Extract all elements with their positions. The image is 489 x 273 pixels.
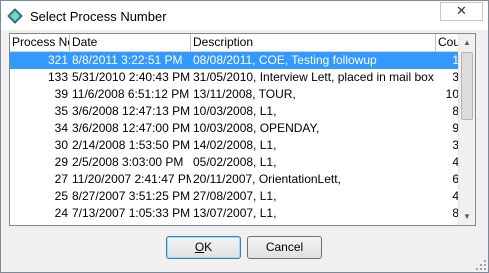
close-button[interactable]: ✕	[440, 2, 483, 21]
table-row[interactable]: 34 3/6/2008 12:47:00 PM 10/03/2008, OPEN…	[10, 120, 460, 137]
column-header-description[interactable]: Description	[191, 34, 436, 51]
date-cell: 8/27/2007 3:51:25 PM	[72, 189, 191, 203]
date-cell: 3/6/2008 12:47:00 PM	[72, 121, 191, 135]
process-no-cell: 25	[54, 189, 68, 203]
process-no-cell: 35	[54, 104, 68, 118]
title-bar[interactable]: Select Process Number ✕	[1, 1, 488, 30]
process-no-cell: 321	[47, 53, 68, 67]
process-no-cell: 27	[54, 172, 68, 186]
table-row[interactable]: 39 11/6/2008 6:51:12 PM 13/11/2008, TOUR…	[10, 86, 460, 103]
process-no-cell: 34	[54, 121, 68, 135]
description-cell: 13/07/2007, L1,	[193, 206, 277, 220]
ok-button[interactable]: OK	[166, 236, 241, 259]
table-row[interactable]: 35 3/6/2008 12:47:13 PM 10/03/2008, L1, …	[10, 103, 460, 120]
process-no-cell: 133	[47, 70, 68, 84]
table-row[interactable]: 30 2/14/2008 1:53:50 PM 14/02/2008, L1, …	[10, 137, 460, 154]
vertical-scrollbar[interactable]: ▲ ▼	[458, 34, 475, 225]
description-cell: 27/08/2007, L1,	[193, 189, 277, 203]
column-header-date[interactable]: Date	[70, 34, 191, 51]
description-cell: 31/05/2010, Interview Lett, placed in ma…	[193, 70, 436, 84]
scrollbar-thumb[interactable]	[461, 52, 473, 120]
scroll-down-button[interactable]: ▼	[459, 208, 475, 225]
description-cell: 14/02/2008, L1,	[193, 138, 277, 152]
process-no-cell: 24	[54, 206, 68, 220]
process-no-cell: 30	[54, 138, 68, 152]
diamond-app-icon	[7, 8, 23, 24]
date-cell: 11/20/2007 2:41:47 PM	[72, 172, 191, 186]
ok-label-rest: K	[204, 240, 213, 254]
description-cell: 20/11/2007, OrientationLett,	[193, 172, 341, 186]
process-list[interactable]: Process No Date Description Count 321 8/…	[9, 33, 476, 226]
list-header: Process No Date Description Count	[10, 34, 461, 52]
close-icon: ✕	[456, 3, 467, 18]
resize-grip-icon[interactable]	[476, 260, 486, 270]
cancel-button[interactable]: Cancel	[247, 236, 322, 259]
table-row[interactable]: 25 8/27/2007 3:51:25 PM 27/08/2007, L1, …	[10, 188, 460, 205]
arrow-down-icon: ▼	[463, 212, 471, 221]
description-cell: 10/03/2008, L1,	[193, 104, 277, 118]
table-row[interactable]: 133 5/31/2010 2:40:43 PM 31/05/2010, Int…	[10, 69, 460, 86]
table-row[interactable]: 27 11/20/2007 2:41:47 PM 20/11/2007, Ori…	[10, 171, 460, 188]
ok-mnemonic: O	[194, 240, 205, 254]
dialog-body: Process No Date Description Count 321 8/…	[1, 30, 488, 272]
list-rows: 321 8/8/2011 3:22:51 PM 08/08/2011, COE,…	[10, 52, 460, 222]
column-header-process-no[interactable]: Process No	[10, 34, 70, 51]
description-cell: 08/08/2011, COE, Testing followup	[193, 53, 377, 67]
description-cell: 10/03/2008, OPENDAY,	[193, 121, 320, 135]
date-cell: 3/6/2008 12:47:13 PM	[72, 104, 191, 118]
table-row[interactable]: 29 2/5/2008 3:03:00 PM 05/02/2008, L1, 4	[10, 154, 460, 171]
description-cell: 13/11/2008, TOUR,	[193, 87, 296, 101]
date-cell: 11/6/2008 6:51:12 PM	[72, 87, 190, 101]
description-cell: 05/02/2008, L1,	[193, 155, 277, 169]
date-cell: 7/13/2007 1:05:33 PM	[72, 206, 191, 220]
process-no-cell: 39	[54, 87, 68, 101]
arrow-up-icon: ▲	[463, 38, 471, 47]
table-row-selected[interactable]: 321 8/8/2011 3:22:51 PM 08/08/2011, COE,…	[10, 52, 460, 69]
scroll-up-button[interactable]: ▲	[459, 34, 475, 51]
date-cell: 2/14/2008 1:53:50 PM	[72, 138, 191, 152]
date-cell: 8/8/2011 3:22:51 PM	[72, 53, 183, 67]
table-row[interactable]: 24 7/13/2007 1:05:33 PM 13/07/2007, L1, …	[10, 205, 460, 222]
date-cell: 5/31/2010 2:40:43 PM	[72, 70, 191, 84]
date-cell: 2/5/2008 3:03:00 PM	[72, 155, 184, 169]
dialog-window: Select Process Number ✕ Process No Date …	[0, 0, 489, 273]
process-no-cell: 29	[54, 155, 68, 169]
window-title: Select Process Number	[30, 9, 167, 24]
